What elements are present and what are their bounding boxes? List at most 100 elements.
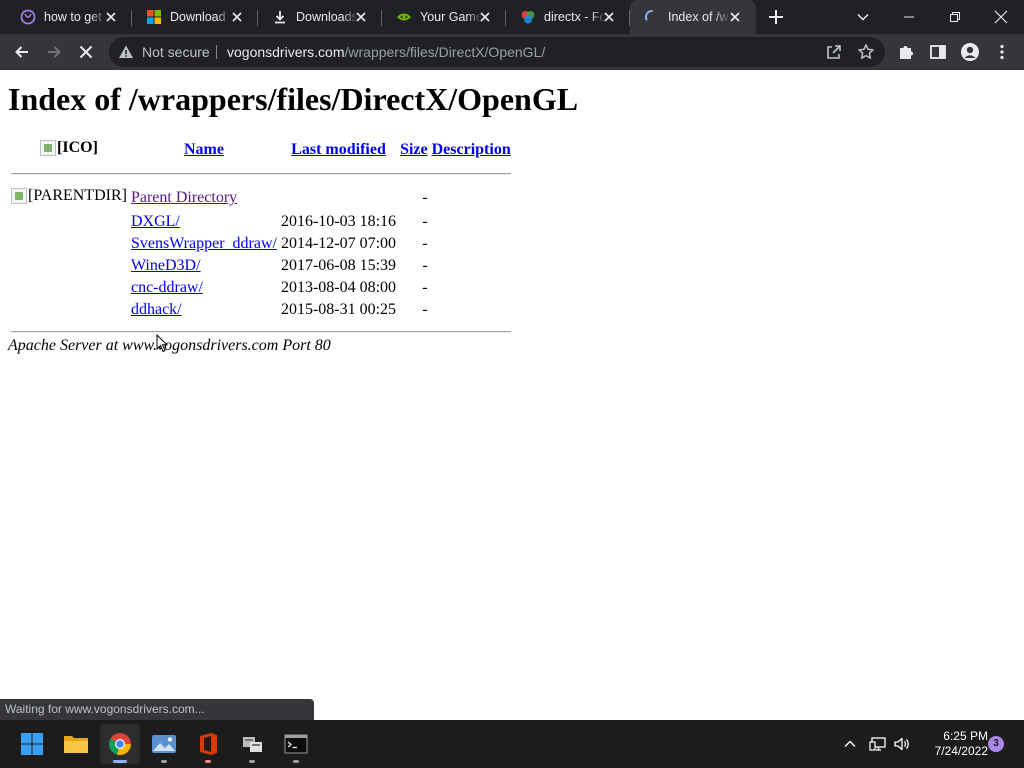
network-icon — [869, 737, 886, 751]
photos-icon — [152, 735, 176, 753]
file-explorer-button[interactable] — [56, 724, 96, 764]
row-size-cell: - — [422, 189, 428, 206]
folder-icon — [64, 736, 88, 753]
sort-by-name-link[interactable]: Name — [184, 141, 224, 158]
office-button[interactable] — [188, 724, 228, 764]
terminal-button[interactable] — [276, 724, 316, 764]
address-bar[interactable]: Not secure vogonsdrivers.com/wrappers/fi… — [109, 37, 885, 67]
row-name-cell: cnc-ddraw/ — [130, 278, 278, 298]
side-panel-button[interactable] — [924, 38, 952, 66]
sort-by-description-link[interactable]: Description — [432, 141, 511, 158]
tab-title: Your Game — [420, 10, 482, 24]
row-name-cell: SvensWrapper_ddraw/ — [130, 234, 278, 254]
table-row: [PARENTDIR] Parent Directory - — [10, 186, 512, 210]
row-description-cell — [431, 186, 512, 210]
warning-icon[interactable] — [118, 44, 134, 60]
close-icon[interactable] — [104, 10, 118, 24]
extensions-button[interactable] — [892, 38, 920, 66]
url-text[interactable]: vogonsdrivers.com/wrappers/files/DirectX… — [227, 44, 545, 60]
security-label[interactable]: Not secure — [142, 44, 210, 60]
table-row: ddhack/ 2015-08-31 00:25 - — [10, 300, 512, 320]
sort-by-modified-link[interactable]: Last modified — [291, 141, 386, 158]
close-icon[interactable] — [478, 10, 492, 24]
svenswrapper-link[interactable]: SvensWrapper_ddraw/ — [131, 235, 277, 252]
running-app-indicator — [161, 760, 167, 763]
row-description-cell — [431, 300, 512, 320]
tab-your-game[interactable]: Your Game — [382, 0, 506, 34]
start-button[interactable] — [12, 724, 52, 764]
browser-toolbar: Not secure vogonsdrivers.com/wrappers/fi… — [0, 34, 1024, 70]
url-path: /wrappers/files/DirectX/OpenGL/ — [344, 44, 546, 60]
status-bubble: Waiting for www.vogonsdrivers.com... — [0, 699, 314, 720]
close-window-button[interactable] — [978, 0, 1024, 34]
show-hidden-icons-button[interactable] — [840, 734, 860, 754]
tab-download[interactable]: Download — [132, 0, 258, 34]
photos-button[interactable] — [144, 724, 184, 764]
omnibox-divider — [216, 45, 217, 59]
share-icon[interactable] — [825, 43, 843, 61]
row-modified-cell: 2017-06-08 15:39 — [280, 257, 397, 274]
profile-button[interactable] — [956, 38, 984, 66]
windows-start-icon — [21, 733, 43, 755]
network-button[interactable] — [866, 734, 890, 754]
bookmark-star-icon[interactable] — [857, 43, 875, 61]
notification-badge[interactable]: 3 — [988, 736, 1004, 752]
purple-search-icon — [20, 9, 36, 25]
taskbar: 6:25 PM 7/24/2022 — [0, 720, 1024, 768]
tab-index-of[interactable]: Index of /w — [630, 0, 756, 34]
close-icon[interactable] — [728, 10, 742, 24]
tab-directx[interactable]: directx - Fo — [506, 0, 630, 34]
page-content: Index of /wrappers/files/DirectX/OpenGL … — [0, 70, 1024, 720]
row-size-cell: - — [422, 301, 428, 318]
cnc-ddraw-link[interactable]: cnc-ddraw/ — [131, 279, 203, 296]
speaker-icon — [894, 737, 909, 751]
row-modified-cell — [280, 186, 397, 210]
back-button[interactable] — [8, 38, 36, 66]
row-name-cell: DXGL/ — [130, 212, 278, 232]
puzzle-piece-icon — [900, 46, 913, 59]
row-icon-cell — [10, 212, 128, 232]
modified-column-header: Last modified — [280, 138, 397, 162]
restore-button[interactable] — [932, 0, 978, 34]
tab-downloads[interactable]: Downloads — [258, 0, 382, 34]
network-drive-button[interactable] — [232, 724, 272, 764]
description-column-header: Description — [431, 138, 512, 162]
row-icon-cell — [10, 278, 128, 298]
volume-button[interactable] — [890, 734, 914, 754]
menu-button[interactable] — [988, 38, 1016, 66]
stop-loading-button[interactable] — [72, 38, 100, 66]
parent-directory-link[interactable]: Parent Directory — [131, 189, 237, 206]
row-size-cell: - — [422, 213, 428, 230]
sort-by-size-link[interactable]: Size — [400, 141, 428, 158]
minimize-icon — [904, 16, 914, 18]
minimize-button[interactable] — [886, 0, 932, 34]
tab-strip: how to get Download Downloads Your Game — [0, 0, 1024, 34]
new-tab-icon[interactable] — [767, 8, 785, 26]
row-name-cell: Parent Directory — [130, 186, 278, 210]
divider — [11, 173, 511, 175]
chrome-button[interactable] — [100, 724, 140, 764]
mouse-cursor-icon — [156, 334, 168, 353]
chevron-down-icon — [857, 13, 869, 21]
profile-avatar-icon — [961, 43, 979, 61]
close-icon[interactable] — [602, 10, 616, 24]
tab-how-to-get[interactable]: how to get — [6, 0, 132, 34]
running-app-indicator — [293, 760, 299, 763]
system-clock[interactable]: 6:25 PM 7/24/2022 — [916, 729, 988, 759]
table-row: WineD3D/ 2017-06-08 15:39 - — [10, 256, 512, 276]
dxgl-link[interactable]: DXGL/ — [131, 213, 180, 230]
table-row: cnc-ddraw/ 2013-08-04 08:00 - — [10, 278, 512, 298]
ddhack-link[interactable]: ddhack/ — [131, 301, 182, 318]
network-drive-icon — [243, 737, 262, 752]
url-host: vogonsdrivers.com — [227, 44, 345, 60]
terminal-icon — [284, 734, 308, 754]
forward-button[interactable] — [40, 38, 68, 66]
close-icon — [994, 10, 1008, 24]
clock-time: 6:25 PM — [943, 729, 988, 743]
size-column-header: Size — [399, 138, 429, 162]
wined3d-link[interactable]: WineD3D/ — [131, 257, 201, 274]
close-icon[interactable] — [354, 10, 368, 24]
row-icon-cell — [10, 234, 128, 254]
tab-search-button[interactable] — [840, 0, 886, 34]
close-icon[interactable] — [230, 10, 244, 24]
